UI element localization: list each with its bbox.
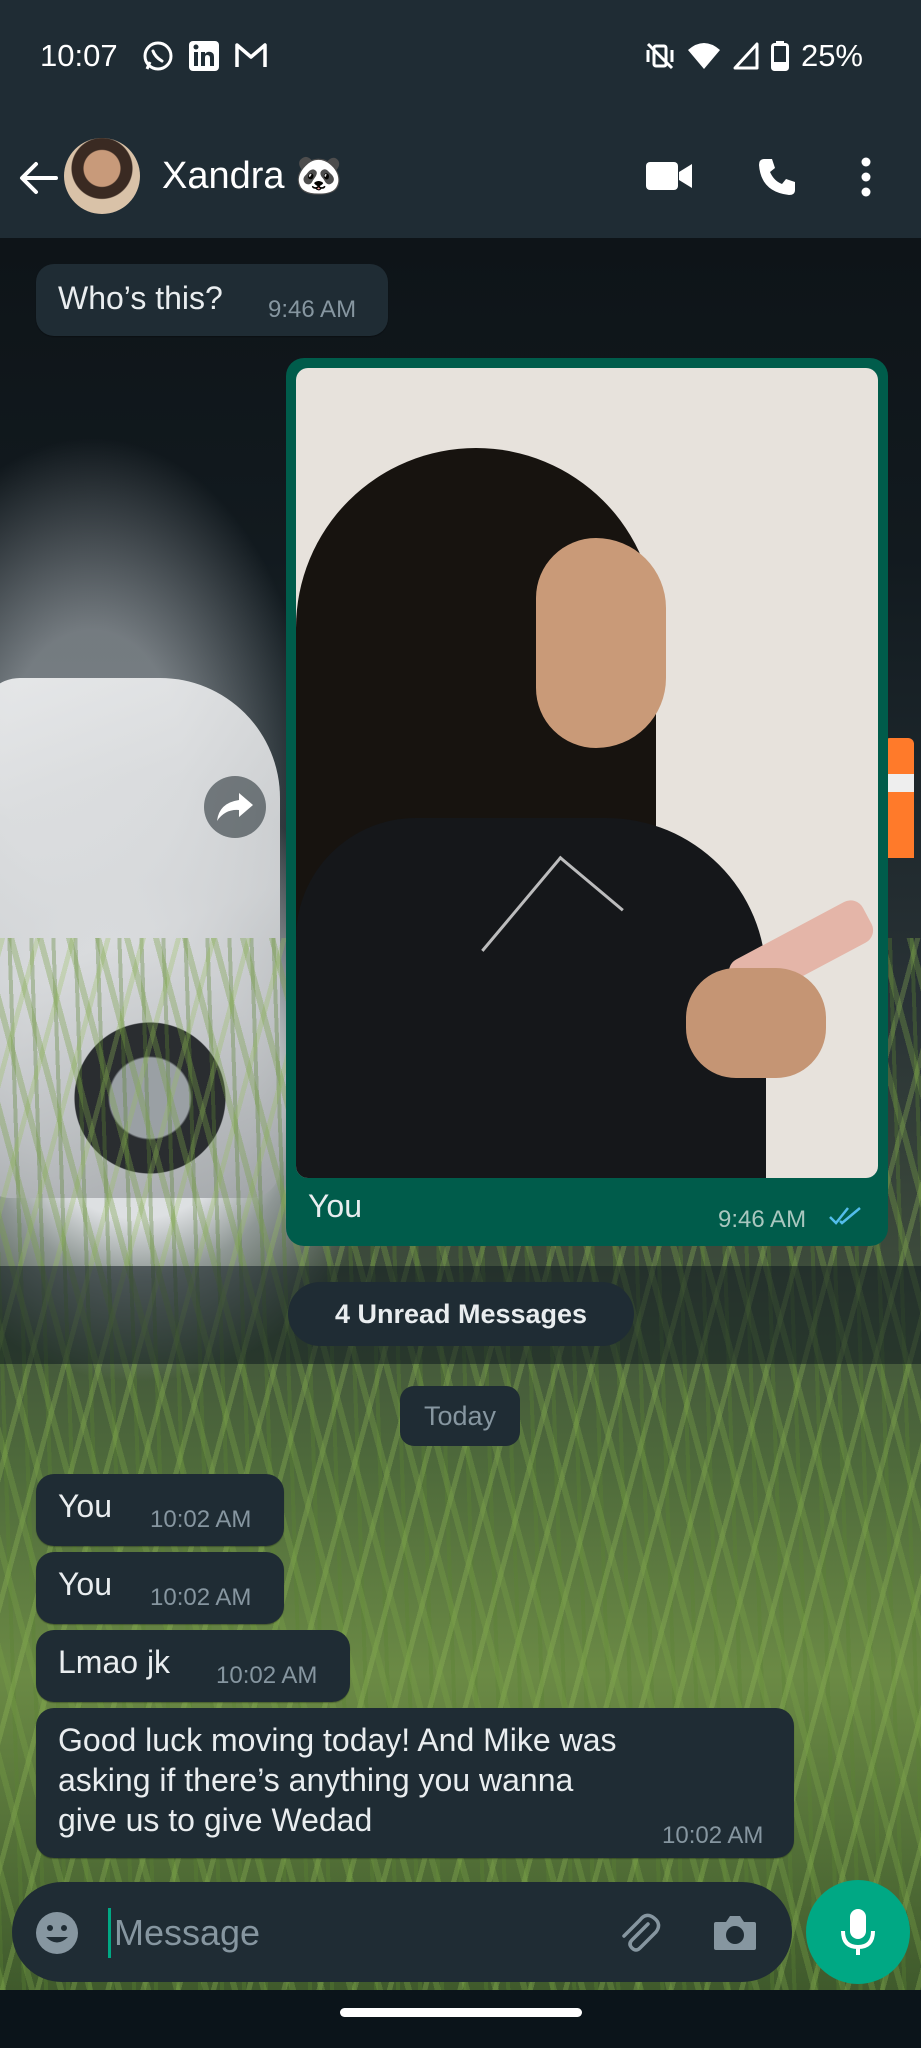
incoming-message[interactable]: Who’s this? 9:46 AM [36, 264, 388, 336]
system-icons: 25% [645, 38, 863, 74]
forward-button[interactable] [204, 776, 266, 838]
wifi-icon [687, 43, 720, 69]
message-text: You [58, 1488, 112, 1524]
notification-icons [142, 40, 268, 72]
incoming-message[interactable]: Good luck moving today! And Mike was ask… [36, 1708, 794, 1858]
gmail-icon [235, 43, 267, 67]
system-nav-bar [0, 1990, 921, 2048]
back-arrow-icon[interactable] [16, 156, 60, 200]
message-text: Good luck moving today! And Mike was ask… [58, 1722, 617, 1838]
read-ticks-icon [829, 1207, 861, 1225]
contact-name[interactable]: Xandra 🐼 [162, 154, 342, 198]
camera-icon[interactable] [712, 1912, 758, 1952]
text-caret [108, 1908, 111, 1958]
battery-icon [770, 41, 789, 71]
incoming-message[interactable]: You 10:02 AM [36, 1474, 284, 1546]
linkedin-icon [189, 41, 219, 71]
message-time: 10:02 AM [662, 1822, 764, 1849]
mic-icon [841, 1909, 875, 1955]
message-text: Lmao jk [58, 1644, 171, 1680]
unread-messages-label: 4 Unread Messages [288, 1282, 634, 1346]
message-time: 10:02 AM [216, 1662, 318, 1689]
incoming-message[interactable]: Lmao jk 10:02 AM [36, 1630, 350, 1702]
more-options-icon[interactable] [860, 156, 872, 198]
signal-icon [733, 42, 759, 70]
outgoing-image-message[interactable]: You 9:46 AM [286, 358, 888, 1246]
voice-record-button[interactable] [806, 1880, 910, 1984]
date-separator: Today [400, 1386, 520, 1446]
status-bar: 10:07 25% [0, 0, 921, 118]
message-text: Who’s this? [58, 280, 223, 316]
contact-avatar[interactable] [64, 138, 140, 214]
attach-icon[interactable] [616, 1910, 662, 1956]
incoming-message[interactable]: You 10:02 AM [36, 1552, 284, 1624]
emoji-icon[interactable] [34, 1910, 80, 1956]
image-caption: You [308, 1188, 362, 1224]
home-gesture-handle[interactable] [340, 2008, 582, 2017]
wallpaper-cone [884, 738, 914, 858]
phone-call-icon[interactable] [756, 156, 798, 198]
shared-photo[interactable] [296, 368, 878, 1178]
status-time: 10:07 [40, 38, 118, 73]
video-call-icon[interactable] [645, 160, 693, 192]
message-composer [12, 1882, 792, 1982]
message-time: 10:02 AM [150, 1584, 252, 1611]
chat-header: Xandra 🐼 [0, 118, 921, 238]
forward-icon [217, 793, 253, 821]
battery-percent: 25% [800, 38, 863, 73]
message-time: 10:02 AM [150, 1506, 252, 1533]
message-text: You [58, 1566, 112, 1602]
message-time: 9:46 AM [268, 296, 357, 323]
vibrate-off-icon [646, 42, 674, 70]
message-time: 9:46 AM [718, 1206, 807, 1233]
whatsapp-icon [143, 41, 173, 71]
chat-area[interactable]: Who’s this? 9:46 AM You 9:46 AM 4 Unread… [0, 238, 921, 1990]
message-input[interactable] [112, 1904, 596, 1962]
